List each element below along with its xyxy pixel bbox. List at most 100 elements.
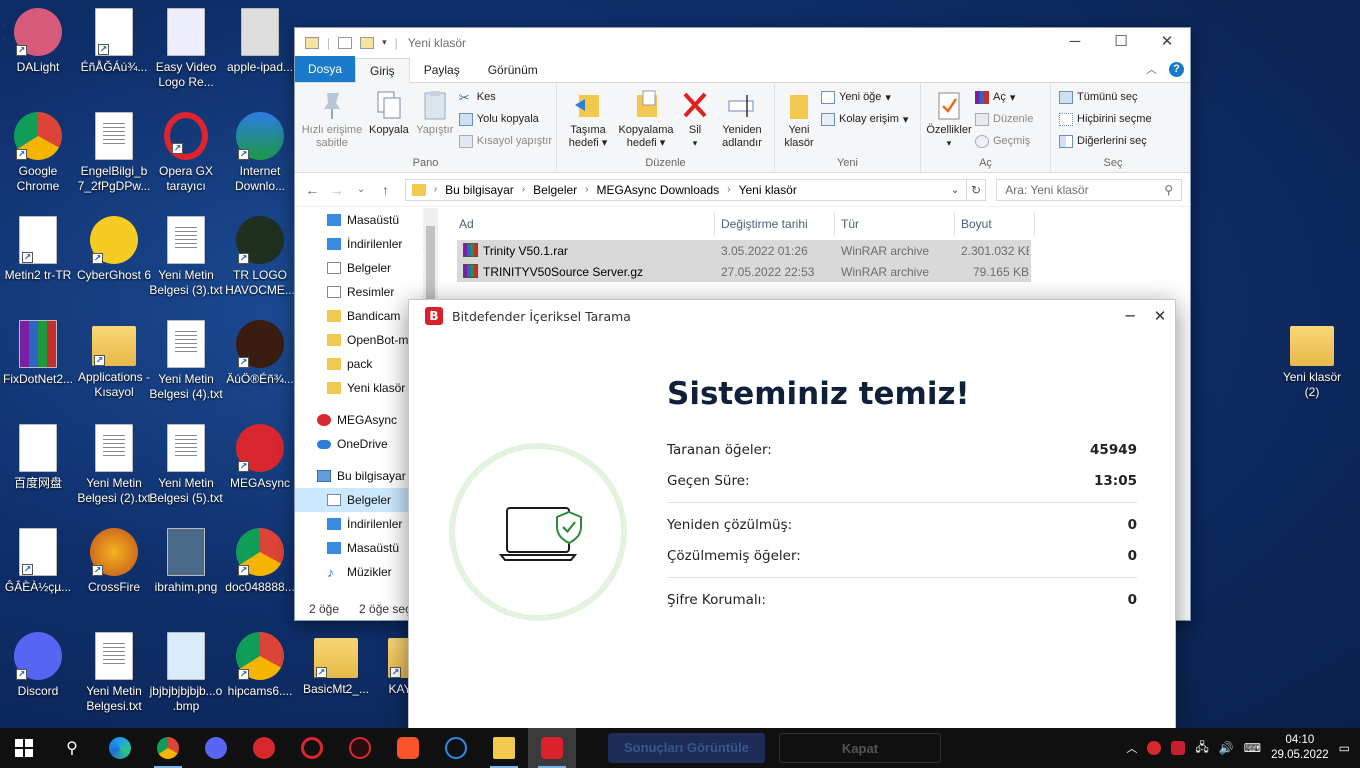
new-folder-icon[interactable] <box>360 36 375 49</box>
back-button[interactable]: ← <box>303 182 321 198</box>
recent-locations-button[interactable]: ⌄ <box>352 184 370 195</box>
desktop-icon[interactable]: Easy Video Logo Re... <box>148 8 224 90</box>
desktop-icon[interactable]: ↗ TR LOGO HAVOCME... <box>222 216 298 298</box>
taskbar-file-explorer[interactable] <box>480 728 528 768</box>
taskbar-ccleaner[interactable] <box>432 728 480 768</box>
desktop-icon[interactable]: ↗ Internet Downlo... <box>222 112 298 194</box>
desktop-icon[interactable]: EngelBilgi_b 7_2fPgDPw... <box>76 112 152 194</box>
desktop-icon[interactable]: ↗ ÉñÅĞÁú¾... <box>76 8 152 75</box>
column-size[interactable]: Boyut <box>955 212 1035 236</box>
clock[interactable]: 04:10 29.05.2022 <box>1271 733 1329 763</box>
desktop-icon[interactable]: ↗ CrossFire <box>76 528 152 595</box>
close-scan-button[interactable]: Kapat <box>778 733 941 763</box>
tab-file[interactable]: Dosya <box>295 56 356 82</box>
desktop-icon[interactable]: ↗ MEGAsync <box>222 424 298 491</box>
desktop-icon[interactable]: ↗ doc048888... <box>222 528 298 595</box>
copy-path-button[interactable]: Yolu kopyala <box>458 111 552 127</box>
desktop-icon[interactable]: Yeni Metin Belgesi (2).txt <box>76 424 152 506</box>
desktop-icon[interactable]: ↗ DALight <box>0 8 76 75</box>
invert-selection-button[interactable]: Diğerlerini seç <box>1059 133 1152 149</box>
desktop-icon[interactable]: ↗ CyberGhost 6 <box>76 216 152 283</box>
easy-access-button[interactable]: Kolay erişim ▾ <box>821 111 908 127</box>
taskbar-opera[interactable] <box>288 728 336 768</box>
maximize-button[interactable]: ☐ <box>1098 28 1144 57</box>
desktop-icon[interactable]: ↗ Applications - Kısayol <box>76 320 152 400</box>
breadcrumb-item[interactable]: MEGAsync Downloads <box>597 183 720 197</box>
column-date[interactable]: Değiştirme tarihi <box>715 212 835 236</box>
desktop-icon[interactable]: ibrahim.png <box>148 528 224 595</box>
select-none-button[interactable]: Hiçbirini seçme <box>1059 111 1152 127</box>
desktop-icon[interactable]: ↗ ÄúÖ®Éñ¾... <box>222 320 298 387</box>
nav-item[interactable]: İndirilenler📌 <box>295 232 438 256</box>
taskbar-gx[interactable] <box>336 728 384 768</box>
taskbar-mega[interactable] <box>240 728 288 768</box>
show-hidden-icons-icon[interactable]: ︿ <box>1126 740 1137 756</box>
taskbar-bitdefender[interactable] <box>528 728 576 768</box>
properties-icon[interactable] <box>338 36 353 49</box>
nav-item[interactable]: Belgeler📌 <box>295 256 438 280</box>
desktop-icon[interactable]: Yeni Metin Belgesi (4).txt <box>148 320 224 402</box>
refresh-button[interactable]: ↻ <box>965 178 987 201</box>
breadcrumb-item[interactable]: Bu bilgisayar <box>445 183 514 197</box>
search-button[interactable]: ⚲ <box>48 728 96 768</box>
network-icon[interactable]: 🖧 <box>1195 738 1208 759</box>
up-button[interactable]: ↑ <box>376 182 394 198</box>
cut-button[interactable]: ✂ Kes <box>459 89 552 105</box>
desktop-icon[interactable]: ↗ Google Chrome <box>0 112 76 194</box>
desktop-icon[interactable]: FixDotNet2... <box>0 320 76 387</box>
desktop-icon[interactable]: ↗ hipcams6.... <box>222 632 298 699</box>
close-button[interactable]: ✕ <box>1149 307 1171 325</box>
new-item-button[interactable]: Yeni öğe ▾ <box>821 89 908 105</box>
help-icon[interactable]: ? <box>1169 61 1184 77</box>
collapse-ribbon-icon[interactable]: ︿ <box>1146 61 1157 77</box>
forward-button[interactable]: → <box>327 182 345 198</box>
select-all-button[interactable]: Tümünü seç <box>1059 89 1152 105</box>
address-dropdown-icon[interactable]: ⌄ <box>951 183 960 196</box>
volume-icon[interactable]: 🔊 <box>1219 741 1234 755</box>
desktop-icon[interactable]: Yeni klasör (2) <box>1274 320 1350 400</box>
minimize-button[interactable]: ─ <box>1119 307 1141 325</box>
tab-view[interactable]: Görünüm <box>474 58 552 82</box>
address-bar[interactable]: › Bu bilgisayar › Belgeler › MEGAsync Do… <box>404 178 967 201</box>
taskbar-discord[interactable] <box>192 728 240 768</box>
column-name[interactable]: Ad <box>451 212 715 236</box>
tab-share[interactable]: Paylaş <box>410 58 474 82</box>
customize-quick-access-icon[interactable]: ▾ <box>382 37 387 48</box>
column-type[interactable]: Tür <box>835 212 955 236</box>
view-results-button[interactable]: Sonuçları Görüntüle <box>608 733 765 763</box>
notifications-icon[interactable]: ▭ <box>1339 741 1350 755</box>
start-button[interactable] <box>0 728 48 768</box>
file-row[interactable]: TRINITYV50Source Server.gz 27.05.2022 22:… <box>457 261 1031 282</box>
desktop-icon[interactable]: Yeni Metin Belgesi (3).txt <box>148 216 224 298</box>
bitdefender-titlebar[interactable]: B Bitdefender İçeriksel Tarama ─ ✕ <box>409 300 1175 332</box>
desktop-icon[interactable]: ↗ Opera GX tarayıcı <box>148 112 224 194</box>
edit-button[interactable]: Düzenle <box>975 111 1033 127</box>
paste-shortcut-button[interactable]: Kısayol yapıştır <box>458 133 552 149</box>
nav-item[interactable]: Masaüstü📌 <box>295 208 438 232</box>
taskbar-edge[interactable] <box>96 728 144 768</box>
minimize-button[interactable]: ─ <box>1052 28 1098 57</box>
tab-home[interactable]: Giriş <box>355 58 410 83</box>
desktop-icon[interactable]: Yeni Metin Belgesi (5).txt <box>148 424 224 506</box>
history-button[interactable]: Geçmiş <box>975 133 1033 149</box>
bitdefender-scan-dialog[interactable]: B Bitdefender İçeriksel Tarama ─ ✕ Siste… <box>408 299 1176 729</box>
desktop-icon[interactable]: ↗ BasicMt2_... <box>298 632 374 697</box>
explorer-titlebar[interactable]: | ▾ | Yeni klasör ─ ☐ ✕ <box>295 28 1190 57</box>
desktop-icon[interactable]: Yeni Metin Belgesi.txt <box>76 632 152 714</box>
desktop-icon[interactable]: ↗ Discord <box>0 632 76 699</box>
breadcrumb-item[interactable]: Belgeler <box>533 183 577 197</box>
search-input[interactable]: Ara: Yeni klasör ⚲ <box>996 178 1182 201</box>
file-row[interactable]: Trinity V50.1.rar 3.05.2022 01:26 WinRAR a… <box>457 240 1031 261</box>
breadcrumb-item[interactable]: Yeni klasör <box>739 183 797 197</box>
desktop-icon[interactable]: 百度网盘 <box>0 424 76 491</box>
desktop-icon[interactable]: jbjbjbjbjbjb...o .bmp <box>148 632 224 714</box>
mega-tray-icon[interactable] <box>1147 741 1162 755</box>
open-button[interactable]: Aç ▾ <box>975 89 1033 105</box>
close-button[interactable]: ✕ <box>1144 28 1190 57</box>
desktop-icon[interactable]: apple-ipad... <box>222 8 298 75</box>
taskbar-brave[interactable] <box>384 728 432 768</box>
bitdefender-tray-icon[interactable] <box>1171 741 1186 755</box>
desktop-icon[interactable]: ↗ Metin2 tr-TR <box>0 216 76 283</box>
desktop-icon[interactable]: ↗ ĜÂÈÀ½çµ... <box>0 528 76 595</box>
taskbar-chrome[interactable] <box>144 728 192 768</box>
